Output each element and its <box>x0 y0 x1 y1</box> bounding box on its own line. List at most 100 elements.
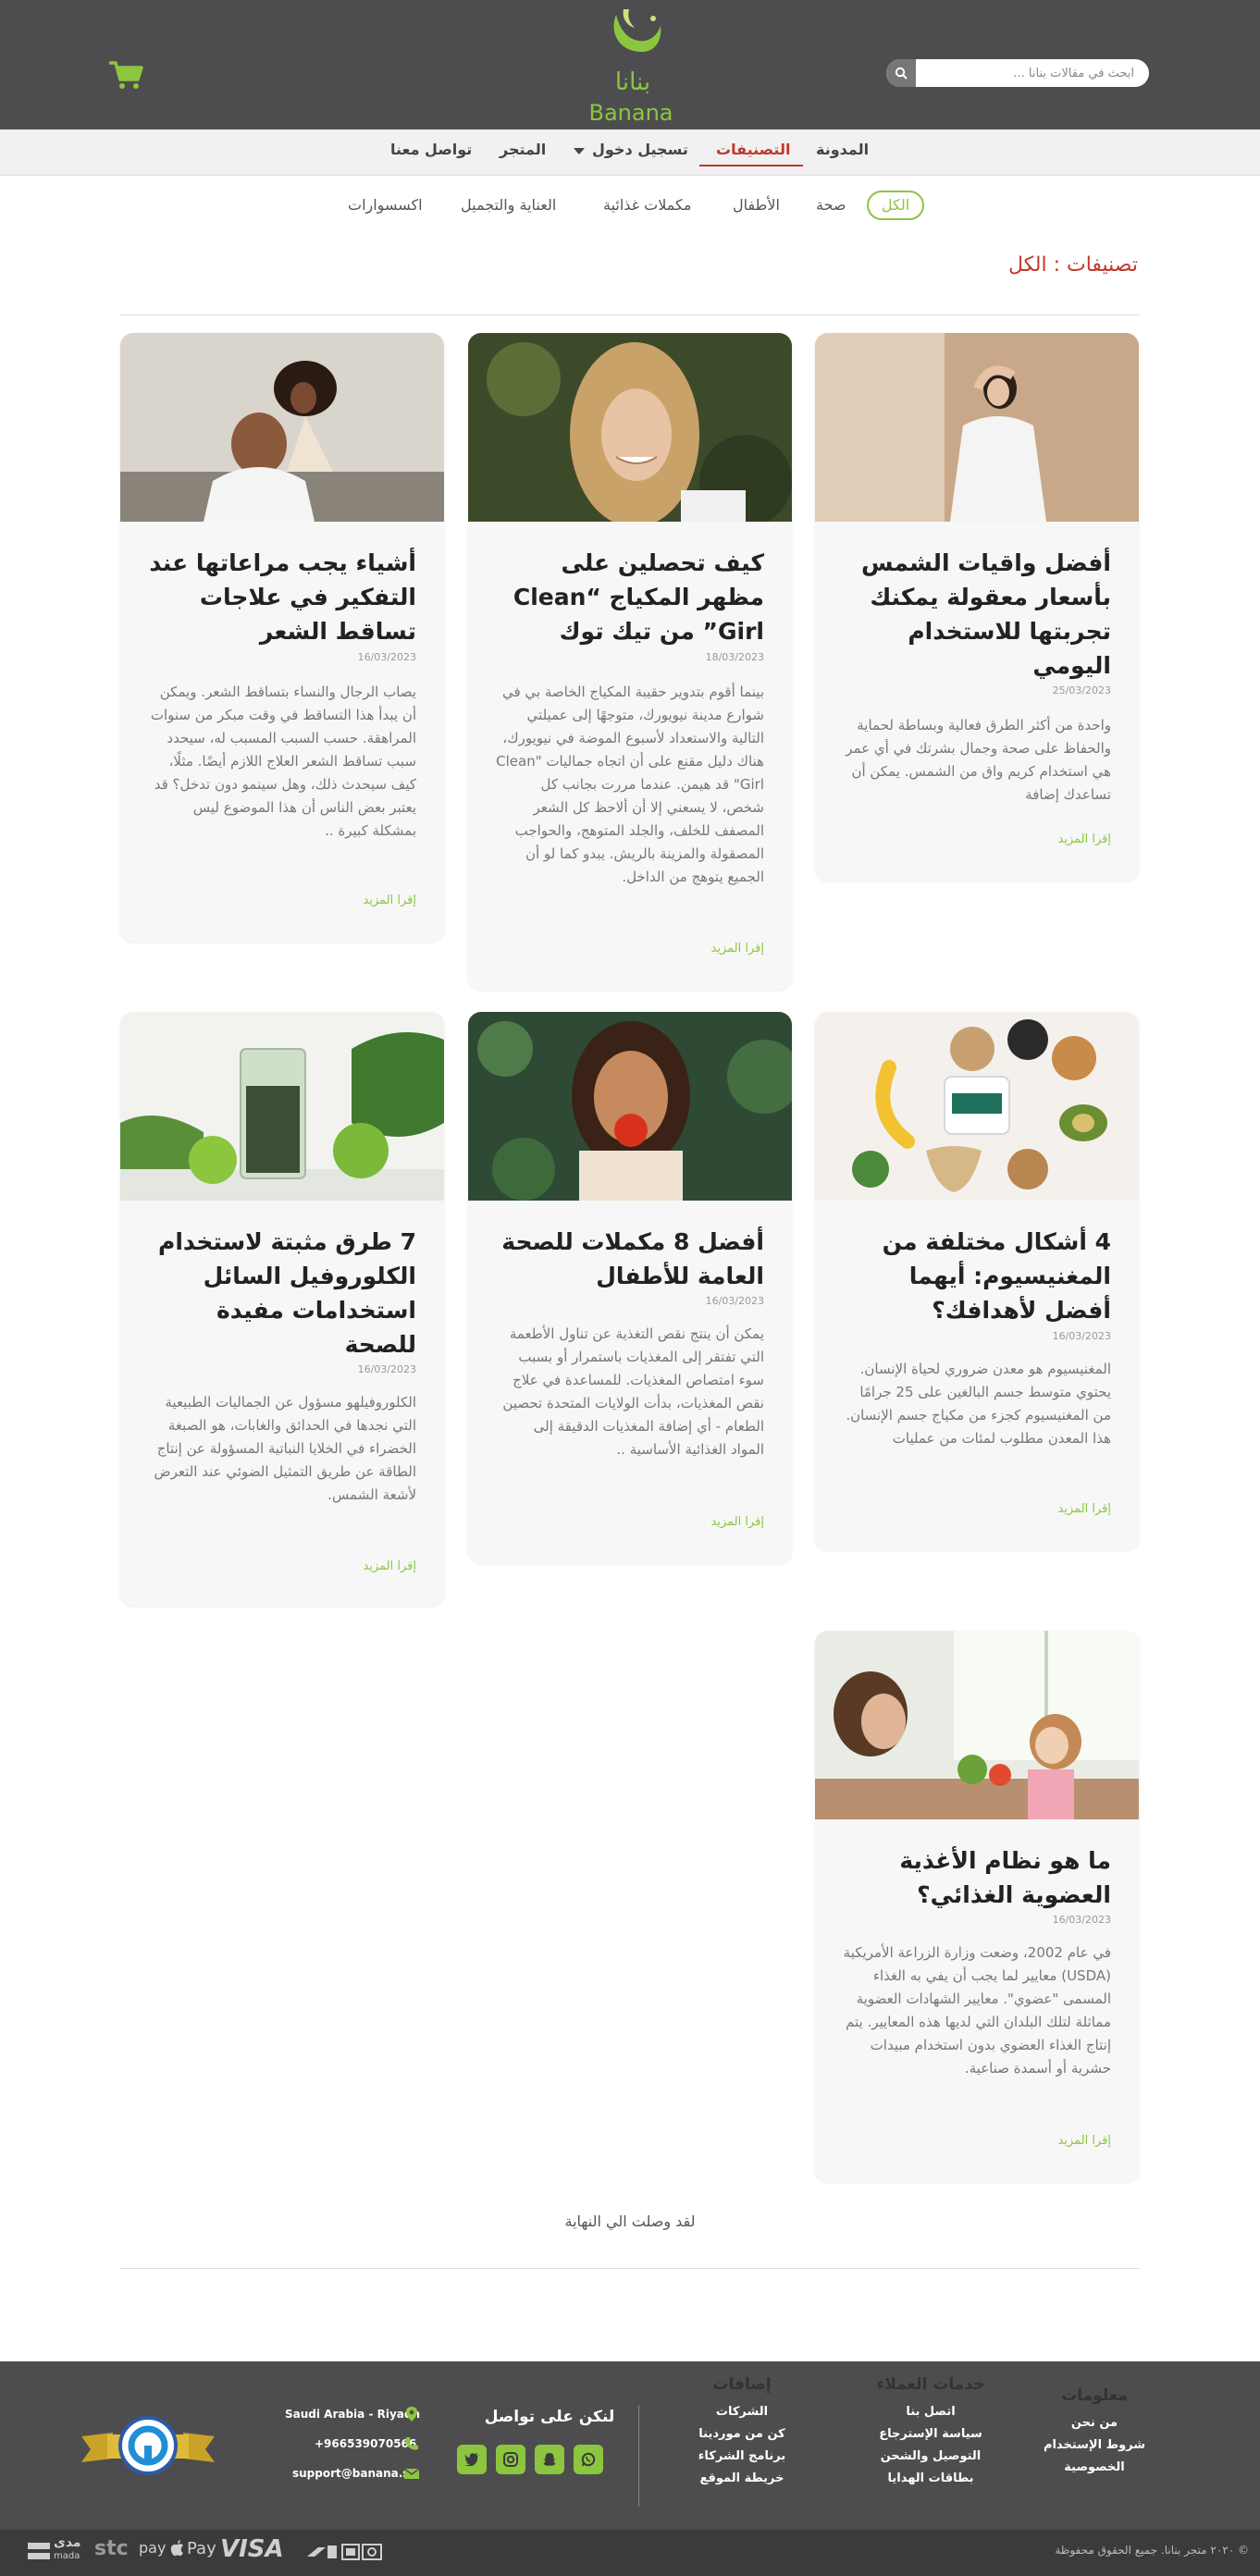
logo-text-english: Banana <box>588 100 673 126</box>
footer-customer-column: خدمات العملاء اتصل بنا سياسة الإسترجاع ا… <box>857 2375 1005 2490</box>
divider <box>120 314 1140 315</box>
payment-badges-icon <box>307 2544 382 2560</box>
footer-phone[interactable]: +966539070566 <box>315 2437 416 2450</box>
footer-divider <box>638 2405 639 2507</box>
post-excerpt: الكلوروفيلهو مسؤول عن الجماليات الطبيعية… <box>154 1394 416 1503</box>
post-excerpt: في عام 2002، وضعت وزارة الزراعة الأمريكي… <box>843 1944 1111 2077</box>
post-card[interactable]: أشياء يجب مراعاتها عند التفكير في علاجات… <box>120 333 444 942</box>
mada-stripes-icon <box>28 2543 50 2559</box>
copyright-text: © ٢٠٢٠ متجر بنانا. جميع الحقوق محفوظة <box>1055 2544 1249 2557</box>
stc-pay-text: pay <box>139 2539 167 2557</box>
post-image <box>468 333 792 522</box>
post-date: 16/03/2023 <box>1052 1330 1111 1342</box>
stc-logo: stc <box>94 2537 129 2560</box>
whatsapp-button[interactable] <box>574 2445 603 2474</box>
nav-active-underline <box>699 165 803 166</box>
category-all[interactable]: الكل <box>867 191 924 220</box>
read-more-link[interactable]: إقرا المزيد <box>711 1515 764 1529</box>
footer-link-sitemap[interactable]: خريطة الموقع <box>677 2468 807 2490</box>
post-title[interactable]: 4 أشكال مختلفة من المغنيسيوم: أيهما أفضل… <box>843 1225 1111 1327</box>
post-card[interactable]: ما هو نظام الأغذية العضوية الغذائي؟ 16/0… <box>815 1631 1139 2182</box>
post-date: 16/03/2023 <box>1052 1914 1111 1926</box>
footer-link-shipping[interactable]: التوصيل والشحن <box>857 2446 1005 2468</box>
nav-blog[interactable]: المدونة <box>816 141 869 158</box>
read-more-link[interactable]: إقرا المزيد <box>364 894 416 907</box>
banana-logo-icon <box>613 9 661 52</box>
read-more-link[interactable]: إقرا المزيد <box>1058 2134 1111 2148</box>
read-more-link[interactable]: إقرا المزيد <box>1058 1502 1111 1516</box>
category-kids[interactable]: الأطفال <box>733 196 780 214</box>
read-more-link[interactable]: إقرا المزيد <box>711 942 764 955</box>
post-card[interactable]: أفضل واقيات الشمس بأسعار معقولة يمكنك تج… <box>815 333 1139 881</box>
post-card[interactable]: كيف تحصلين على مظهر المكياج “Clean Girl”… <box>468 333 792 990</box>
mada-logo-ar: مدى <box>54 2535 81 2550</box>
post-title[interactable]: 7 طرق مثبتة لاستخدام الكلوروفيل السائل ا… <box>148 1225 416 1362</box>
footer-location: Saudi Arabia - Riyadh <box>285 2408 421 2421</box>
snapchat-button[interactable] <box>535 2445 564 2474</box>
post-title[interactable]: ما هو نظام الأغذية العضوية الغذائي؟ <box>843 1843 1111 1912</box>
maroof-badge-icon <box>81 2416 215 2475</box>
category-supplements[interactable]: مكملات غذائية <box>603 196 691 214</box>
post-image <box>120 333 444 522</box>
page-title: تصنيفات : الكل <box>1007 253 1138 277</box>
post-image <box>815 333 1139 522</box>
nav-store[interactable]: المتجر <box>500 141 546 158</box>
cart-icon[interactable] <box>107 59 144 91</box>
location-pin-icon <box>406 2407 417 2422</box>
post-date: 18/03/2023 <box>705 651 764 663</box>
post-card[interactable]: 4 أشكال مختلفة من المغنيسيوم: أيهما أفضل… <box>815 1012 1139 1550</box>
page: بنانا Banana المدونة التصنيفات تسجيل دخو… <box>0 0 1260 2576</box>
category-accessories[interactable]: اكسسوارات <box>348 196 423 214</box>
post-date: 16/03/2023 <box>705 1295 764 1307</box>
chevron-down-icon[interactable] <box>574 148 585 154</box>
post-title[interactable]: أفضل واقيات الشمس بأسعار معقولة يمكنك تج… <box>843 546 1111 683</box>
category-beauty[interactable]: العناية والتجميل <box>461 196 556 214</box>
footer-link-terms[interactable]: شروط الإستخدام <box>1025 2434 1164 2457</box>
post-title[interactable]: أشياء يجب مراعاتها عند التفكير في علاجات… <box>148 546 416 648</box>
footer-link-returns[interactable]: سياسة الإسترجاع <box>857 2423 1005 2446</box>
visa-logo: VISA <box>220 2535 284 2563</box>
apple-pay-text: Pay <box>187 2539 216 2558</box>
footer-extras-title: إضافات <box>712 2375 772 2394</box>
phone-icon <box>405 2437 418 2450</box>
post-card[interactable]: 7 طرق مثبتة لاستخدام الكلوروفيل السائل ا… <box>120 1012 444 1606</box>
footer-link-companies[interactable]: الشركات <box>677 2401 807 2423</box>
nav-categories[interactable]: التصنيفات <box>716 141 790 158</box>
post-excerpt: يصاب الرجال والنساء بتساقط الشعر. ويمكن … <box>150 684 416 839</box>
divider <box>120 2268 1140 2269</box>
category-health[interactable]: صحة <box>816 196 846 214</box>
twitter-button[interactable] <box>457 2445 487 2474</box>
email-icon <box>403 2468 420 2479</box>
logo-text-arabic: بنانا <box>614 68 651 96</box>
post-image <box>120 1012 444 1201</box>
footer-link-suppliers[interactable]: كن من موردينا <box>677 2423 807 2446</box>
whatsapp-icon <box>581 2452 596 2467</box>
nav-login[interactable]: تسجيل دخول <box>592 141 688 158</box>
instagram-icon <box>503 2452 518 2467</box>
search-button[interactable] <box>886 59 916 87</box>
footer-email[interactable]: support@banana.sa <box>292 2467 417 2480</box>
footer-link-partners[interactable]: برنامج الشركاء <box>677 2446 807 2468</box>
footer-info-title: معلومات <box>1061 2386 1128 2405</box>
nav-contact[interactable]: تواصل معنا <box>390 141 472 158</box>
post-image <box>815 1012 1139 1201</box>
read-more-link[interactable]: إقرا المزيد <box>1058 832 1111 846</box>
post-date: 25/03/2023 <box>1052 684 1111 696</box>
twitter-icon <box>464 2453 479 2466</box>
footer-link-contact[interactable]: اتصل بنا <box>857 2401 1005 2423</box>
post-title[interactable]: أفضل 8 مكملات للصحة العامة للأطفال <box>496 1225 764 1293</box>
snapchat-icon <box>543 2453 556 2466</box>
search-box[interactable] <box>886 59 1149 87</box>
post-title[interactable]: كيف تحصلين على مظهر المكياج “Clean Girl”… <box>496 546 764 648</box>
post-date: 16/03/2023 <box>357 651 416 663</box>
footer-link-gift-cards[interactable]: بطاقات الهدايا <box>857 2468 1005 2490</box>
apple-icon <box>170 2540 183 2557</box>
post-card[interactable]: أفضل 8 مكملات للصحة العامة للأطفال 16/03… <box>468 1012 792 1563</box>
read-more-link[interactable]: إقرا المزيد <box>364 1559 416 1573</box>
instagram-button[interactable] <box>496 2445 525 2474</box>
site-logo[interactable]: بنانا Banana <box>588 6 673 126</box>
footer-link-privacy[interactable]: الخصوصية <box>1025 2457 1164 2479</box>
footer-link-about[interactable]: من نحن <box>1025 2412 1164 2434</box>
search-input[interactable] <box>920 66 1134 80</box>
post-excerpt: يمكن أن ينتج نقص التغذية عن تناول الأطعم… <box>502 1325 764 1458</box>
